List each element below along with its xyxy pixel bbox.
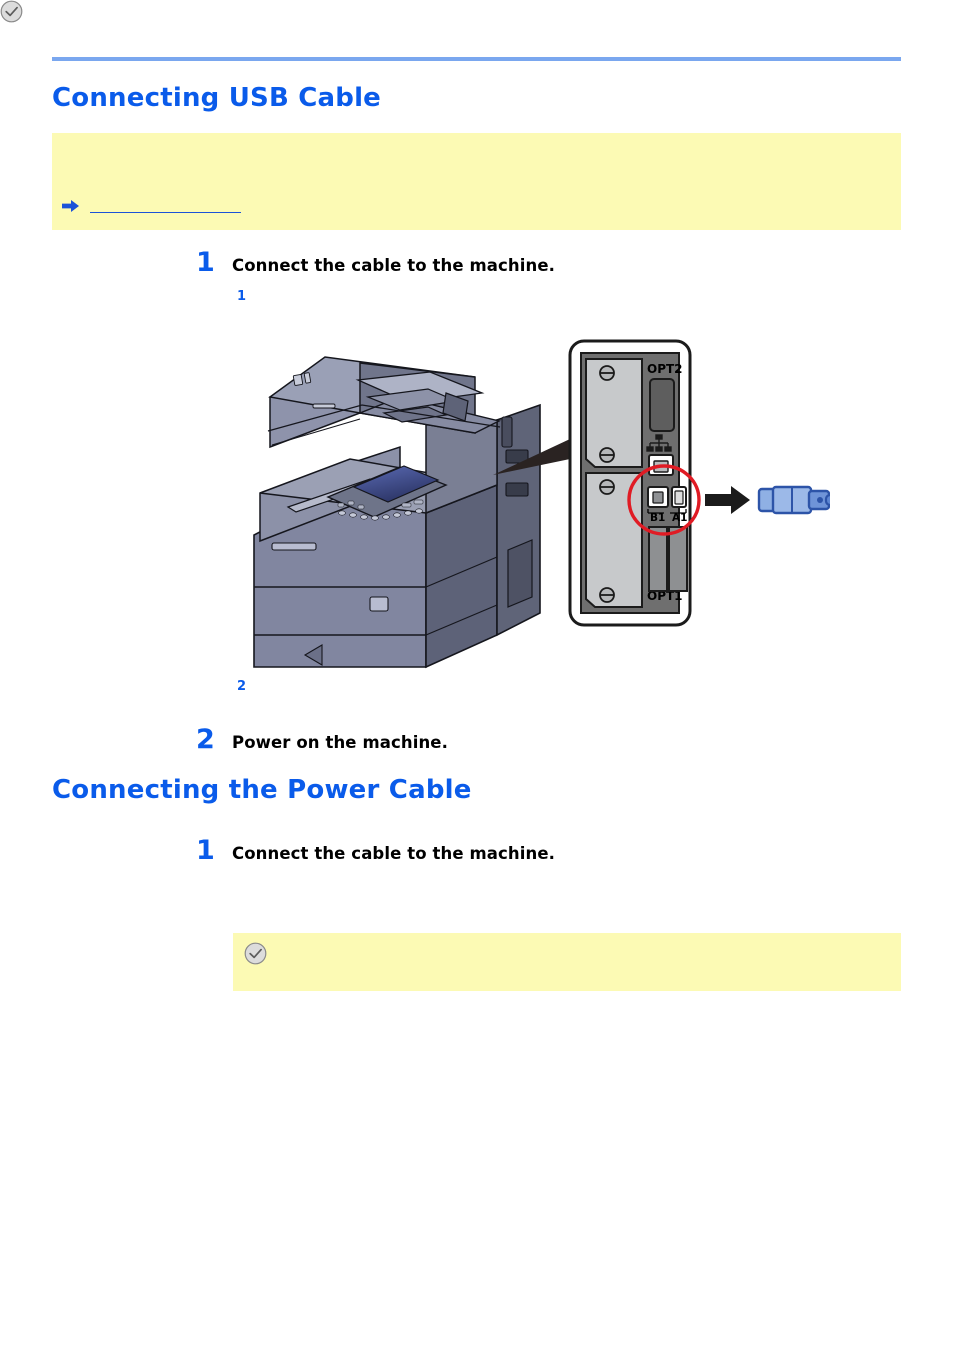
arrow-left-icon [705,486,750,514]
usb-a-port-label: A1 [672,512,687,524]
step-label: Power on the machine. [232,733,448,752]
document-page: Connecting USB Cable 1 Connect the cable… [0,0,954,1350]
step-usb-2: 2 Power on the machine. [196,726,448,753]
usb-cable-connection-diagram: OPT2 OPT1 B1 A1 [250,335,830,670]
step-number: 2 [196,724,215,755]
arrow-right-icon [62,200,79,212]
interface-panel-detail: OPT2 OPT1 B1 A1 [568,339,701,627]
note-box-usb [52,133,901,230]
step-usb-1: 1 Connect the cable to the machine. [196,249,555,276]
check-circle-icon [244,942,267,965]
usb-cable [757,485,830,515]
note-box-power [233,933,901,991]
usb-memory-slot [671,486,687,508]
multifunction-printer [253,356,541,669]
usb-b-port-label: B1 [650,512,665,524]
step-number: 1 [196,835,215,866]
section-heading-power: Connecting the Power Cable [52,775,472,805]
substep-number-2: 2 [237,679,247,694]
opt2-label: OPT2 [647,362,683,376]
step-label: Connect the cable to the machine. [232,256,555,275]
step-power-1: 1 Connect the cable to the machine. [196,837,555,864]
step-label: Connect the cable to the machine. [232,844,555,863]
usb-interface-connector [647,486,669,508]
cross-reference-row[interactable] [62,199,241,213]
check-circle-icon [0,0,23,23]
step-number: 1 [196,247,215,278]
cross-reference-link[interactable] [90,199,241,213]
substep-number-1: 1 [237,289,247,304]
header-rule [52,57,901,61]
section-heading-usb: Connecting USB Cable [52,83,382,113]
